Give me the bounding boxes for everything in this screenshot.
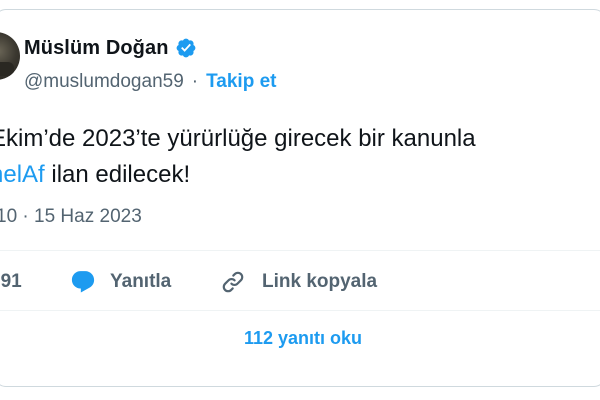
- copy-link-button[interactable]: Link kopyala: [220, 262, 377, 302]
- reply-bubble-icon: [70, 269, 96, 295]
- hashtag-link[interactable]: nelAf: [0, 161, 45, 188]
- reply-button[interactable]: Yanıtla: [70, 262, 171, 302]
- tweet-line-2-text: ilan edilecek!: [44, 161, 191, 188]
- follow-button[interactable]: Takip et: [206, 71, 276, 93]
- tweet-line-1: Ekim’de 2023’te yürürlüğe girecek bir ka…: [0, 125, 476, 152]
- divider-top: [0, 250, 600, 251]
- author-name[interactable]: Müslüm Doğan: [24, 37, 169, 60]
- divider-bottom: [0, 310, 600, 311]
- read-replies-label: 112 yanıtı oku: [243, 327, 363, 348]
- handle-separator: ·: [191, 71, 199, 92]
- copy-link-label: Link kopyala: [262, 271, 378, 292]
- avatar-shape: [0, 62, 14, 76]
- tweet-text: Ekim’de 2023’te yürürlüğe girecek bir ka…: [0, 121, 600, 193]
- link-icon: [220, 269, 246, 295]
- read-replies-button[interactable]: 112 yanıtı oku: [0, 320, 600, 356]
- author-handle-row: @muslumdogan59 · Takip et: [24, 70, 276, 94]
- tweet-timestamp[interactable]: 10 · 15 Haz 2023: [0, 206, 142, 228]
- reply-label: Yanıtla: [110, 271, 172, 292]
- tweet-line-2: nelAf ilan edilecek!: [0, 157, 600, 193]
- like-count[interactable]: 691: [0, 262, 22, 302]
- verified-badge-icon: [175, 37, 197, 59]
- author-name-row: Müslüm Doğan: [24, 35, 197, 61]
- author-handle[interactable]: @muslumdogan59: [24, 71, 184, 93]
- action-bar: 691 Yanıtla Link kopyala: [0, 262, 600, 302]
